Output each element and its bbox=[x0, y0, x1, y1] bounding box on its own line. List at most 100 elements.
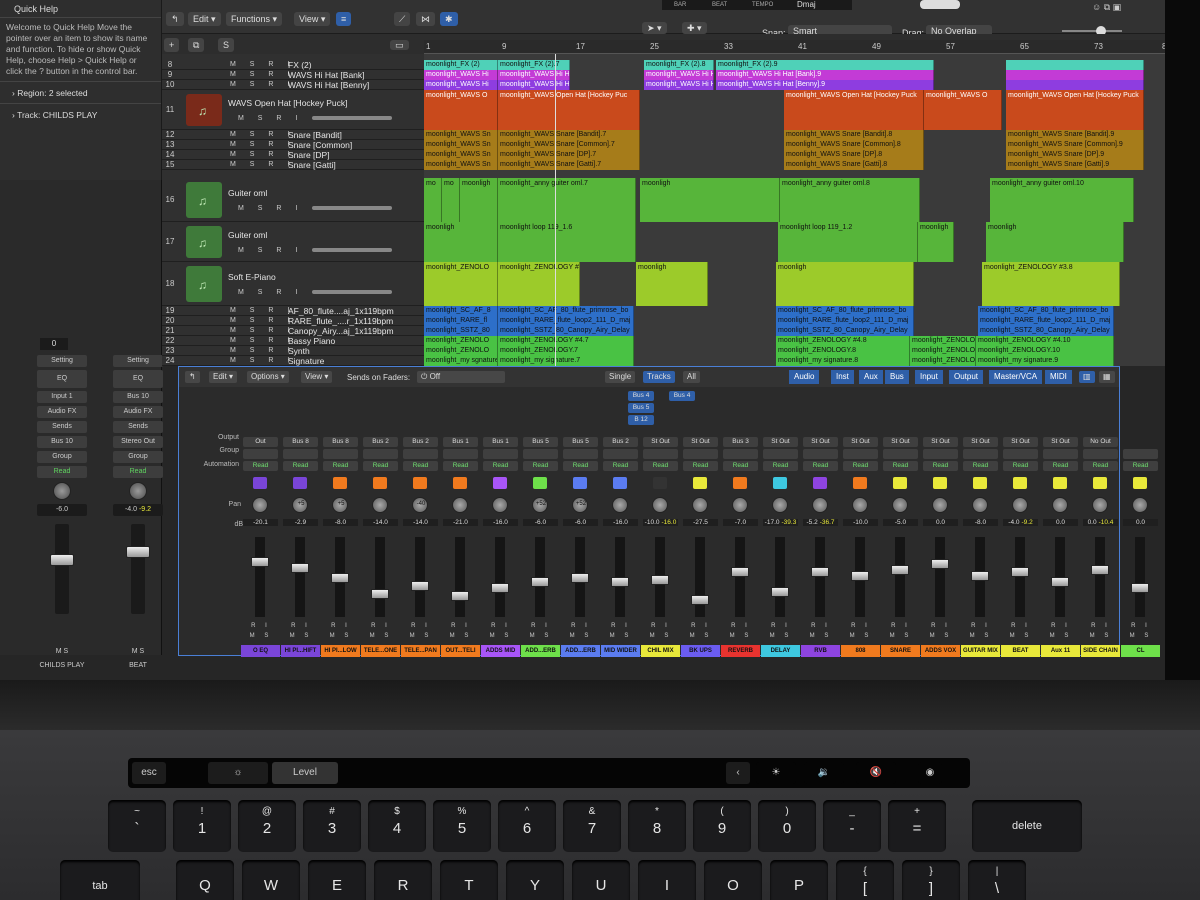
track-row[interactable]: 11 ♫ M S R I WAVS Open Hat [Hockey Puck] bbox=[162, 90, 424, 130]
duplicate-track-button[interactable]: ⧉ bbox=[188, 38, 205, 52]
volume-fader[interactable] bbox=[851, 537, 869, 617]
key-q[interactable]: Q bbox=[176, 860, 234, 900]
brightness-button[interactable]: ☼ bbox=[208, 762, 268, 784]
region[interactable]: moonlight_SSTZ_80 bbox=[424, 326, 498, 336]
region[interactable]: moonlight_FX (2).7 bbox=[498, 60, 570, 70]
plugin-indicator[interactable] bbox=[613, 477, 627, 489]
plugin-indicator[interactable] bbox=[453, 477, 467, 489]
volume-fader[interactable] bbox=[251, 537, 269, 617]
automation-slot[interactable]: Read bbox=[683, 461, 718, 471]
fader-cap[interactable] bbox=[651, 575, 669, 585]
fader-cap[interactable] bbox=[851, 571, 869, 581]
back-button[interactable]: ↰ bbox=[166, 12, 184, 26]
fader-cap[interactable] bbox=[731, 567, 749, 577]
track-msri-buttons[interactable]: M S R I bbox=[230, 130, 295, 140]
fader-cap[interactable] bbox=[891, 565, 909, 575]
group-slot[interactable] bbox=[1043, 449, 1078, 459]
region[interactable]: moonlight_SSTZ_80_Canopy_Airy_Delay bbox=[498, 326, 634, 336]
mixer-options-menu[interactable]: Options ▾ bbox=[247, 371, 289, 383]
setting-button[interactable]: Setting bbox=[37, 355, 87, 367]
track-msri-buttons[interactable]: M S R I bbox=[238, 110, 303, 128]
region[interactable]: moonlight_WAVS Snare [Bandit].8 bbox=[784, 130, 924, 140]
audio-fx-slot[interactable]: Audio FX bbox=[37, 406, 87, 418]
pan-knob[interactable]: +52 bbox=[532, 497, 548, 513]
plugin-indicator[interactable] bbox=[1053, 477, 1067, 489]
track-msri-buttons[interactable]: M S R I bbox=[238, 242, 303, 260]
zoom-slider[interactable] bbox=[1062, 26, 1122, 36]
pan-knob[interactable] bbox=[812, 497, 828, 513]
region[interactable]: moonlight_anny guiter oml.10 bbox=[990, 178, 1134, 222]
track-msri-buttons[interactable]: M S R I bbox=[230, 316, 295, 326]
region[interactable]: moonlight_SSTZ_80_Canopy_Airy_Delay bbox=[776, 326, 914, 336]
track-options-button[interactable]: ▭ bbox=[390, 40, 409, 50]
view-menu[interactable]: View ▾ bbox=[294, 12, 331, 26]
mixer-layout-button[interactable]: ▥ bbox=[1079, 371, 1095, 383]
region[interactable]: moonlight_WAVS Snare [Bandit].7 bbox=[498, 130, 640, 140]
fader-cap[interactable] bbox=[491, 583, 509, 593]
region[interactable]: moonlight_WAVS Snare [Gatti].7 bbox=[498, 160, 640, 170]
volume-fader[interactable] bbox=[1131, 537, 1149, 617]
arrange-area[interactable]: moonlight_FX (2) moonlight_FX (2).7 moonli… bbox=[424, 54, 1168, 366]
track-msri-buttons[interactable]: M S R I bbox=[230, 326, 295, 336]
region[interactable]: moonlight_WAVS Snare [Gatti].8 bbox=[784, 160, 924, 170]
automation-slot[interactable]: Read bbox=[113, 466, 163, 478]
group-slot[interactable]: Group bbox=[37, 451, 87, 463]
output-slot[interactable]: Bus 1 bbox=[443, 437, 478, 447]
track-disclosure[interactable]: › Track: CHILDS PLAY bbox=[0, 103, 161, 125]
region[interactable]: moonlight_WAVS Hi Hat [Bank].9 bbox=[716, 70, 934, 80]
mute-solo[interactable]: M S bbox=[727, 633, 755, 639]
pan-knob[interactable] bbox=[1132, 497, 1148, 513]
region[interactable]: moonlight_WAVS Sn bbox=[424, 140, 498, 150]
region[interactable]: moonlight_WAVS Open Hat [Hockey Puck bbox=[1006, 90, 1144, 130]
region-disclosure[interactable]: › Region: 2 selected bbox=[0, 81, 161, 103]
key-bracket[interactable]: }] bbox=[902, 860, 960, 900]
plugin-indicator[interactable] bbox=[253, 477, 267, 489]
pan-knob[interactable] bbox=[372, 497, 388, 513]
plugin-indicator[interactable] bbox=[533, 477, 547, 489]
sends-on-faders-dropdown[interactable]: ⏻ Off bbox=[417, 371, 505, 383]
mute-solo[interactable]: R I bbox=[727, 623, 755, 629]
inspector-value-box[interactable]: 0 bbox=[40, 338, 68, 350]
region[interactable]: moonlight_WAVS O bbox=[924, 90, 1002, 130]
add-track-button[interactable]: + bbox=[164, 38, 180, 52]
list-view-button[interactable]: ≡ bbox=[336, 12, 352, 26]
track-msri-buttons[interactable]: M S R I bbox=[230, 140, 295, 150]
group-slot[interactable] bbox=[603, 449, 638, 459]
eq-button[interactable]: EQ bbox=[37, 370, 87, 388]
output-slot[interactable]: St Out bbox=[883, 437, 918, 447]
mute-solo[interactable]: M S bbox=[32, 648, 92, 655]
volume-fader[interactable] bbox=[531, 537, 549, 617]
toolbar-right-icons[interactable]: ☺ ⧉ ▣ bbox=[1092, 2, 1121, 13]
key-9[interactable]: (9 bbox=[693, 800, 751, 852]
mute-solo[interactable]: M S bbox=[967, 633, 995, 639]
region[interactable]: moonlight_SC_AF_8 bbox=[424, 306, 498, 316]
plugin-indicator[interactable] bbox=[1133, 477, 1147, 489]
region[interactable]: moonlight_WAVS Snare [Common].8 bbox=[784, 140, 924, 150]
region[interactable]: moonlight_WAVS Snare [Gatti].9 bbox=[1006, 160, 1144, 170]
region[interactable]: moonlight_WAVS Snare [Common].7 bbox=[498, 140, 640, 150]
plugin-indicator[interactable] bbox=[973, 477, 987, 489]
output-slot[interactable]: St Out bbox=[763, 437, 798, 447]
fader-cap[interactable] bbox=[531, 577, 549, 587]
fader-cap[interactable] bbox=[331, 573, 349, 583]
key-r[interactable]: R bbox=[374, 860, 432, 900]
filter-output[interactable]: Output bbox=[949, 370, 984, 384]
pointer-tool[interactable]: ➤ ▾ bbox=[642, 22, 667, 34]
sends-slot[interactable]: Sends bbox=[37, 421, 87, 433]
mute-solo[interactable]: M S bbox=[807, 633, 835, 639]
automation-slot[interactable]: Read bbox=[37, 466, 87, 478]
track-row[interactable]: 21 M S R I Canopy_Airy...aj_1x119bpm bbox=[162, 326, 424, 336]
pan-knob[interactable]: +5 bbox=[332, 497, 348, 513]
track-msri-buttons[interactable]: M S R I bbox=[230, 150, 295, 160]
region[interactable]: moonlight_RARE_flute_loop2_111_D_maj bbox=[776, 316, 914, 326]
flex-button[interactable]: ⋈ bbox=[416, 12, 435, 26]
track-row[interactable]: 8 M S R I FX (2) bbox=[162, 60, 424, 70]
group-slot[interactable] bbox=[803, 449, 838, 459]
group-slot[interactable] bbox=[963, 449, 998, 459]
region[interactable]: moonlight_ZENOLO bbox=[910, 356, 976, 366]
region[interactable]: moonlight_ZENOLOGY #4.10 bbox=[976, 336, 1114, 346]
region[interactable] bbox=[1006, 80, 1144, 90]
mixer-layout-button-2[interactable]: ▦ bbox=[1099, 371, 1115, 383]
automation-slot[interactable]: Read bbox=[723, 461, 758, 471]
filter-aux[interactable]: Aux bbox=[859, 370, 883, 384]
